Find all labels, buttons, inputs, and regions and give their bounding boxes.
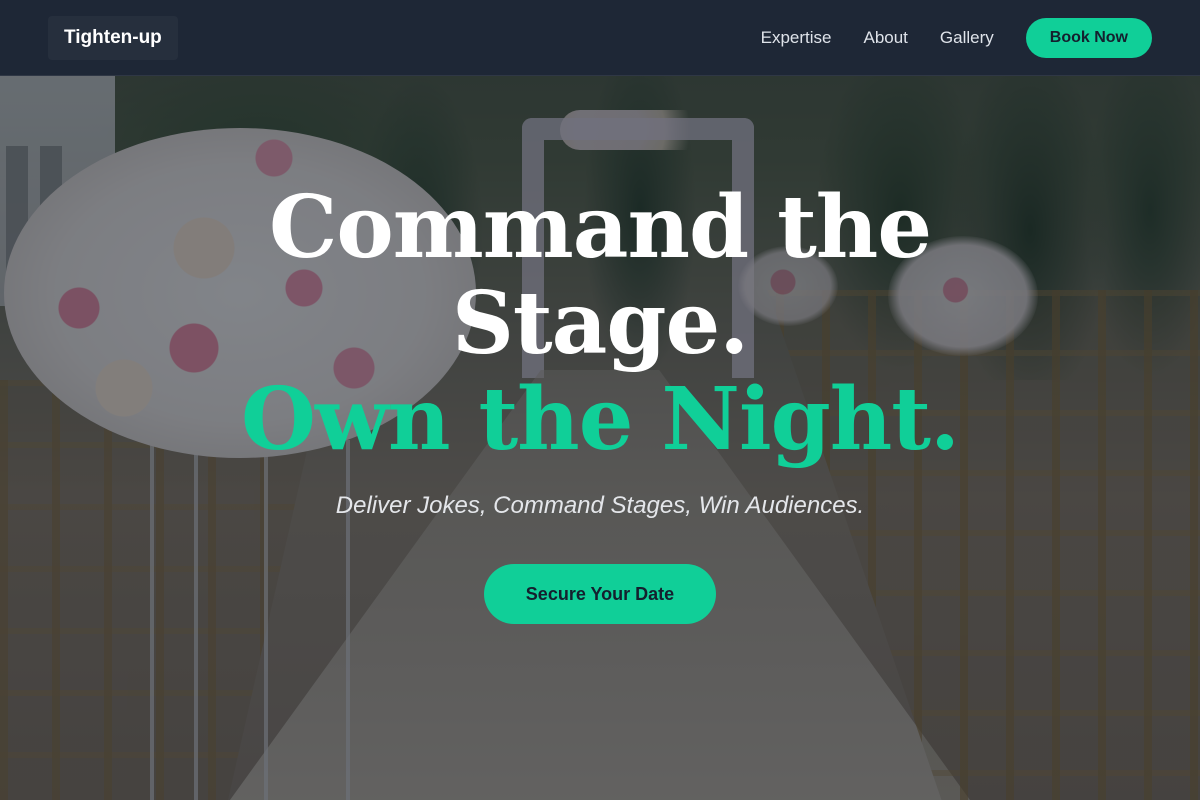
secure-date-button[interactable]: Secure Your Date [484,564,716,624]
top-navbar: Tighten-up Expertise About Gallery Book … [0,0,1200,76]
nav-link-gallery[interactable]: Gallery [940,28,994,48]
brand-logo[interactable]: Tighten-up [48,16,178,60]
nav-link-about[interactable]: About [863,28,907,48]
nav-link-expertise[interactable]: Expertise [761,28,832,48]
book-now-button[interactable]: Book Now [1025,18,1152,58]
headline-line-1: Command the [268,177,932,278]
headline-line-2: Stage. [451,273,749,374]
nav-links: Expertise About Gallery Book Now [729,18,1152,58]
hero-tagline: Deliver Jokes, Command Stages, Win Audie… [335,492,865,519]
hero-headline: Command the Stage. Own the Night. [0,180,1200,468]
hero-section: Command the Stage. Own the Night. Delive… [0,180,1200,624]
headline-accent: Own the Night. [241,369,960,470]
